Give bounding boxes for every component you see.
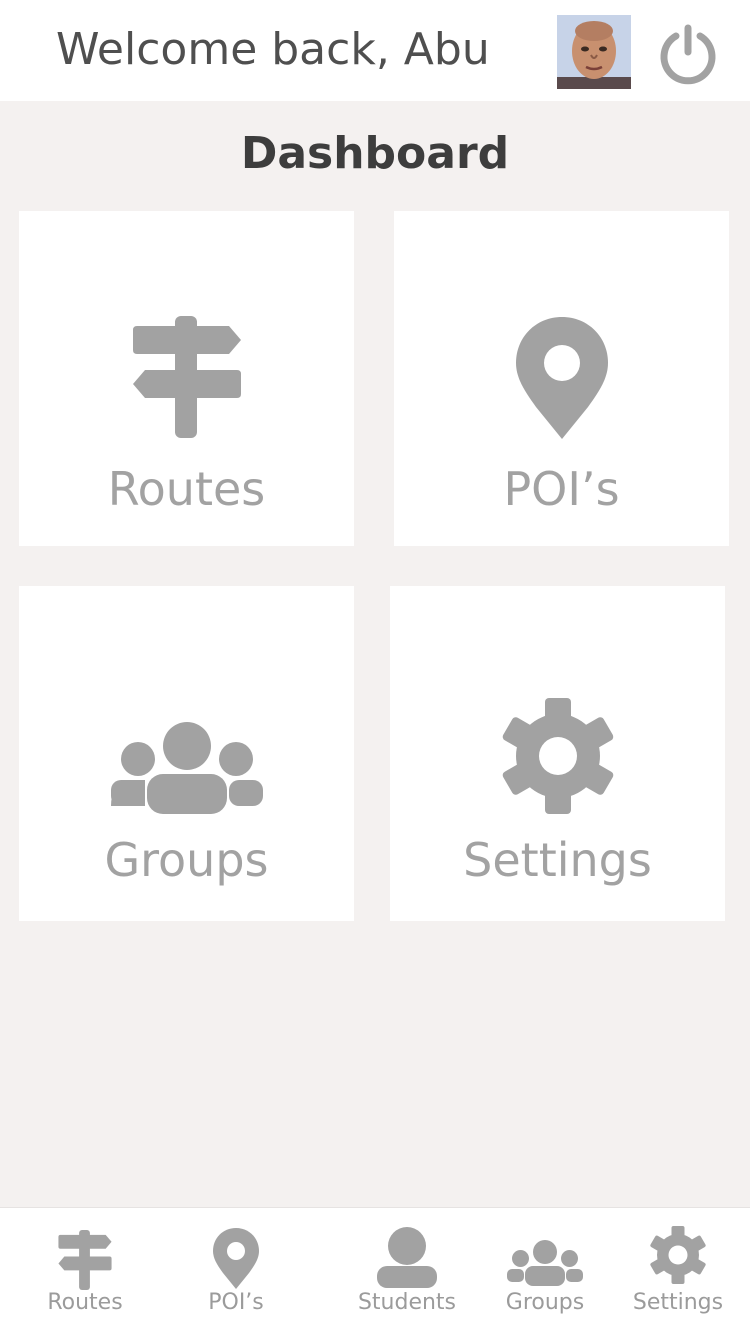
- tile-routes-label: Routes: [107, 462, 266, 516]
- group-icon: [110, 722, 263, 814]
- dashboard-screen: Welcome back, Abu Dashboard Routes POI’s…: [0, 0, 750, 1334]
- nav-item-pois[interactable]: POI’s: [161, 1208, 311, 1334]
- page-title: Dashboard: [240, 128, 510, 179]
- nav-label-routes: Routes: [47, 1290, 123, 1315]
- nav-label-pois: POI’s: [208, 1290, 264, 1315]
- nav-item-groups[interactable]: Groups: [470, 1208, 620, 1334]
- bottom-nav-bar: Routes POI’s Students Groups Settings: [0, 1207, 750, 1334]
- map-pin-icon: [515, 317, 608, 439]
- avatar[interactable]: [557, 15, 631, 89]
- gear-icon: [502, 698, 613, 814]
- nav-item-students[interactable]: Students: [332, 1208, 482, 1334]
- tile-routes[interactable]: Routes: [19, 211, 354, 546]
- power-icon[interactable]: [656, 22, 720, 86]
- signpost-icon: [58, 1230, 112, 1290]
- nav-label-settings: Settings: [632, 1290, 724, 1315]
- tile-pois-label: POI’s: [503, 462, 620, 516]
- nav-label-groups: Groups: [505, 1290, 585, 1315]
- group-icon: [507, 1240, 583, 1286]
- tile-groups-label: Groups: [104, 833, 269, 887]
- signpost-icon: [132, 316, 241, 438]
- tile-pois[interactable]: POI’s: [394, 211, 729, 546]
- tile-settings-label: Settings: [463, 833, 652, 887]
- nav-item-routes[interactable]: Routes: [10, 1208, 160, 1334]
- tile-settings[interactable]: Settings: [390, 586, 725, 921]
- gear-icon: [650, 1226, 706, 1284]
- map-pin-icon: [213, 1228, 259, 1289]
- top-header: Welcome back, Abu: [0, 0, 750, 101]
- user-icon: [377, 1227, 437, 1288]
- tile-groups[interactable]: Groups: [19, 586, 354, 921]
- nav-label-students: Students: [357, 1290, 457, 1315]
- welcome-message: Welcome back, Abu: [56, 24, 490, 75]
- nav-item-settings[interactable]: Settings: [603, 1208, 750, 1334]
